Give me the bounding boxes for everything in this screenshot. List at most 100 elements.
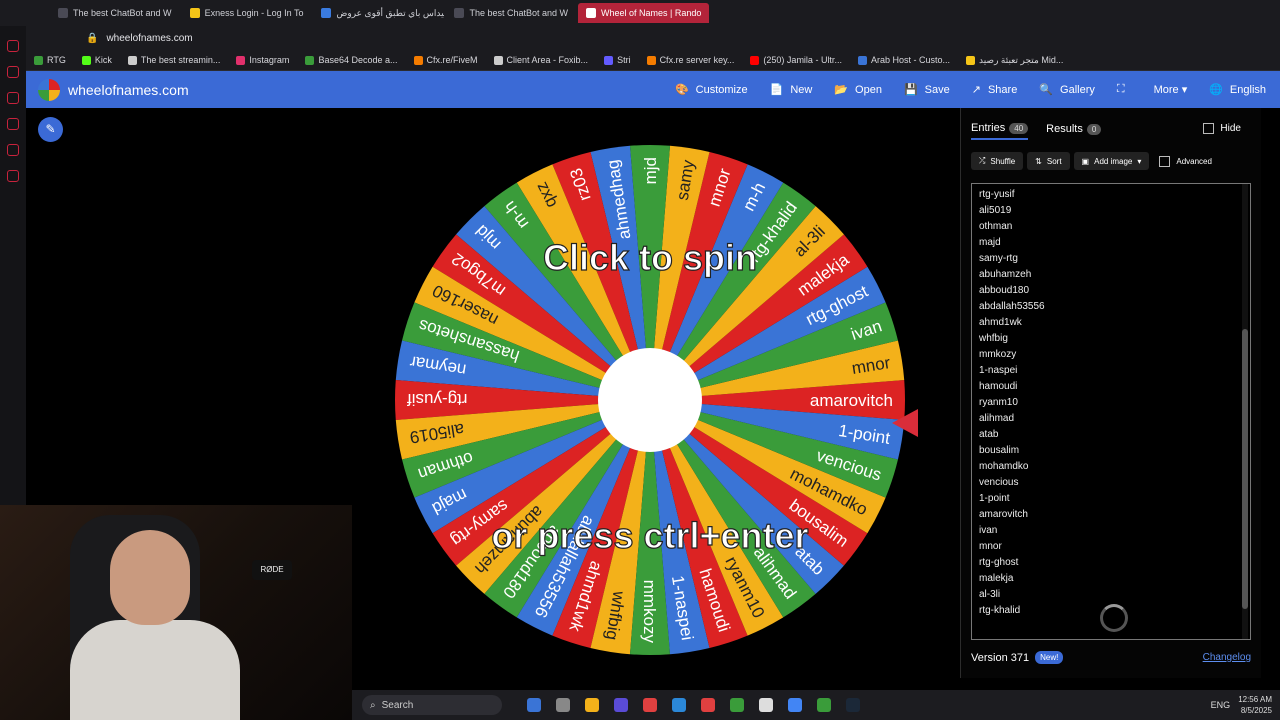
add-image-button[interactable]: ▣ Add image ▾ [1073, 152, 1150, 170]
entry-line[interactable]: othman [979, 219, 1045, 235]
bookmark-item[interactable]: Kick [81, 55, 112, 65]
sidebar-icon[interactable] [7, 144, 19, 156]
bookmark-item[interactable]: Arab Host - Custo... [857, 55, 950, 65]
browser-tab[interactable]: The best ChatBot and W [50, 3, 180, 23]
bookmark-item[interactable]: The best streamin... [127, 55, 220, 65]
click-to-spin-text[interactable]: Click to spin [542, 236, 757, 278]
menu-item[interactable]: 🔍 Gallery [1039, 83, 1095, 97]
entries-panel: Entries 40 Results 0 Hide ⤮ Shuffle ⇅ Sort… [960, 108, 1261, 678]
bookmark-item[interactable]: Cfx.re/FiveM [413, 55, 478, 65]
entry-line[interactable]: rtg-yusif [979, 187, 1045, 203]
site-name[interactable]: wheelofnames.com [68, 82, 189, 98]
bookmark-item[interactable]: Cfx.re server key... [646, 55, 734, 65]
sidebar-icon[interactable] [7, 118, 19, 130]
taskbar-app-icon[interactable] [759, 698, 773, 712]
entry-line[interactable]: atab [979, 427, 1045, 443]
entry-line[interactable]: mmkozy [979, 347, 1045, 363]
taskbar-app-icon[interactable] [788, 698, 802, 712]
menu-item[interactable]: 🎨 Customize [675, 83, 748, 97]
hide-checkbox[interactable]: Hide [1203, 123, 1241, 134]
entry-line[interactable]: ivan [979, 523, 1045, 539]
browser-tab[interactable]: Wheel of Names | Rando [578, 3, 710, 23]
bookmark-item[interactable]: (250) Jamila - Ultr... [750, 55, 842, 65]
advanced-checkbox[interactable]: Advanced [1159, 152, 1212, 170]
entries-textarea[interactable]: rtg-yusif ali5019 othman majd samy-rtg abuham… [971, 183, 1251, 640]
entry-line[interactable]: ahmd1wk [979, 315, 1045, 331]
bookmark-item[interactable]: متجر تعبئة رصيد Mid... [965, 55, 1063, 66]
menu-item[interactable]: 📂 Open [834, 83, 882, 97]
clock[interactable]: 12:56 AM 8/5/2025 [1238, 694, 1272, 716]
entry-line[interactable]: 1-naspei [979, 363, 1045, 379]
entry-line[interactable]: rtg-ghost [979, 555, 1045, 571]
sidebar-icon[interactable] [7, 66, 19, 78]
scrollbar-thumb[interactable] [1242, 329, 1248, 609]
entry-line[interactable]: malekja [979, 571, 1045, 587]
bookmark-item[interactable]: RTG [34, 55, 66, 65]
language-indicator[interactable]: ENG [1211, 700, 1231, 710]
taskbar-search[interactable]: ⌕ Search [362, 695, 502, 715]
entries-scrollbar[interactable] [1242, 184, 1248, 639]
taskbar-app-icon[interactable] [701, 698, 715, 712]
browser-tab[interactable]: Exness Login - Log In To [182, 3, 312, 23]
shuffle-button[interactable]: ⤮ Shuffle [971, 152, 1024, 170]
site-logo[interactable] [38, 78, 60, 101]
tab-results[interactable]: Results 0 [1046, 122, 1102, 140]
entry-line[interactable]: ryanm10 [979, 395, 1045, 411]
entry-line[interactable]: amarovitch [979, 507, 1045, 523]
entry-line[interactable]: ali5019 [979, 203, 1045, 219]
taskbar-app-icon[interactable] [527, 698, 541, 712]
entry-line[interactable]: abboud180 [979, 283, 1045, 299]
wheel[interactable]: amarovitchmnorivanrtg-ghostmalekjaal-3li… [390, 140, 910, 660]
menu-item[interactable]: More ▾ [1154, 83, 1188, 96]
browser-tab[interactable]: ميداس باي تطبق أقوى عروض [313, 3, 444, 23]
sort-button[interactable]: ⇅ Sort [1027, 152, 1070, 170]
bookmark-label: Instagram [249, 55, 290, 65]
edit-pencil-button[interactable]: ✎ [38, 117, 63, 142]
menu-item[interactable]: ⛶ [1117, 83, 1132, 96]
entry-line[interactable]: hamoudi [979, 379, 1045, 395]
taskbar-app-icon[interactable] [672, 698, 686, 712]
sidebar-icon[interactable] [7, 92, 19, 104]
bookmark-item[interactable]: Client Area - Foxib... [493, 55, 588, 65]
loading-spinner-icon [1100, 604, 1128, 632]
entry-line[interactable]: mohamdko [979, 459, 1045, 475]
menu-item[interactable]: 📄 New [769, 83, 813, 97]
changelog-link[interactable]: Changelog [1203, 652, 1251, 663]
taskbar-app-icon[interactable] [817, 698, 831, 712]
sidebar-icon[interactable] [7, 40, 19, 52]
entry-line[interactable]: rtg-khalid [979, 603, 1045, 619]
entry-line[interactable]: bousalim [979, 443, 1045, 459]
sidebar-icon[interactable] [7, 170, 19, 182]
address-field[interactable]: 🔒 wheelofnames.com [86, 29, 1086, 47]
wheel-container[interactable]: amarovitch mnor ivan rtg-ghost malekja al-3li… [390, 140, 918, 660]
entry-line[interactable]: mnor [979, 539, 1045, 555]
taskbar-app-icon[interactable] [643, 698, 657, 712]
entry-line[interactable]: 1-point [979, 491, 1045, 507]
entry-line[interactable]: abuhamzeh [979, 267, 1045, 283]
entry-line[interactable]: vencious [979, 475, 1045, 491]
menu-item[interactable]: 🌐 English [1209, 83, 1266, 97]
entry-line[interactable]: samy-rtg [979, 251, 1045, 267]
entry-line[interactable]: alihmad [979, 411, 1045, 427]
taskbar-app-icon[interactable] [730, 698, 744, 712]
menu-item[interactable]: ↗ Share [972, 83, 1018, 97]
press-ctrl-enter-text[interactable]: or press ctrl+enter [491, 514, 809, 556]
bookmark-label: Stri [617, 55, 631, 65]
browser-tab[interactable]: The best ChatBot and W [446, 3, 576, 23]
taskbar-app-icon[interactable] [556, 698, 570, 712]
entry-line[interactable]: majd [979, 235, 1045, 251]
menu-item[interactable]: 💾 Save [904, 83, 950, 97]
entry-line[interactable]: abdallah53556 [979, 299, 1045, 315]
entry-line[interactable]: al-3li [979, 587, 1045, 603]
bookmark-item[interactable]: Stri [604, 55, 631, 65]
tab-entries[interactable]: Entries 40 [971, 122, 1029, 140]
taskbar-app-icon[interactable] [846, 698, 860, 712]
taskbar-app-icon[interactable] [585, 698, 599, 712]
entry-line[interactable]: whfbig [979, 331, 1045, 347]
tab-favicon-icon [321, 8, 332, 18]
bookmark-item[interactable]: Base64 Decode a... [305, 55, 398, 65]
wheel-hub[interactable] [598, 348, 702, 452]
menu-icon: 📄 [769, 84, 784, 96]
taskbar-app-icon[interactable] [614, 698, 628, 712]
bookmark-item[interactable]: Instagram [236, 55, 289, 65]
